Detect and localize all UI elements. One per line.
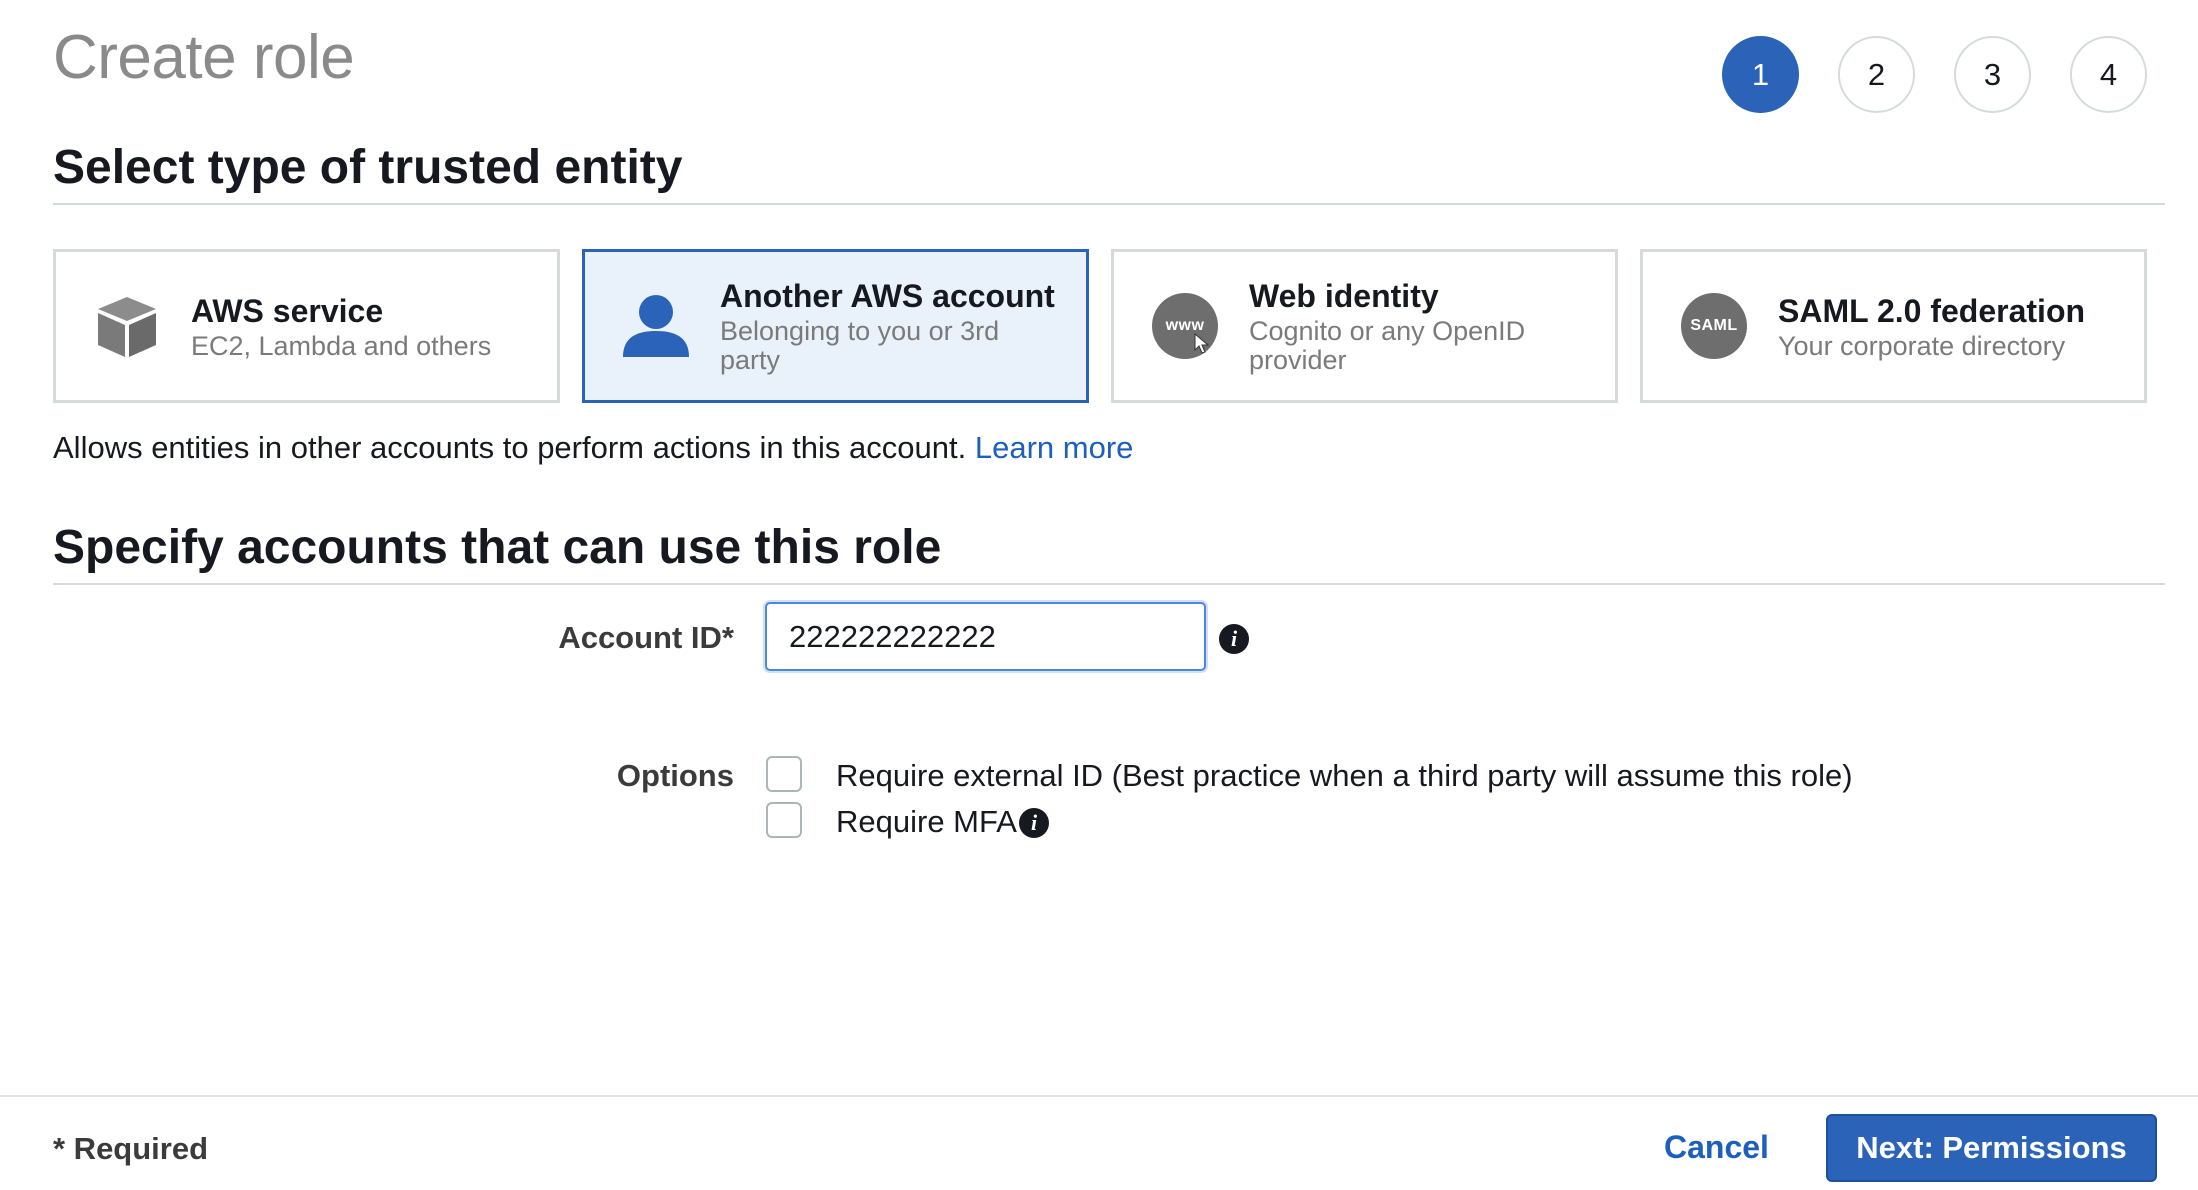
cube-icon <box>94 293 160 359</box>
next-permissions-button[interactable]: Next: Permissions <box>1826 1114 2157 1182</box>
require-mfa-checkbox[interactable] <box>766 802 802 838</box>
require-external-id-label: Require external ID (Best practice when … <box>836 758 1853 793</box>
learn-more-link[interactable]: Learn more <box>975 430 1134 465</box>
tile-subtitle: Your corporate directory <box>1778 330 2066 361</box>
tile-title: Web identity <box>1249 278 1439 314</box>
tile-subtitle: EC2, Lambda and others <box>191 330 492 361</box>
page-title: Create role <box>53 23 355 92</box>
tile-title: AWS service <box>191 292 384 329</box>
step-4: 4 <box>2070 36 2147 113</box>
tile-web-identity[interactable]: www Web identity Cognito or any OpenID p… <box>1111 249 1618 403</box>
section-divider <box>53 203 2165 205</box>
step-indicator: 1 2 3 4 <box>1722 36 2147 113</box>
require-external-id-checkbox[interactable] <box>766 756 802 792</box>
user-icon <box>623 293 689 359</box>
info-icon[interactable]: i <box>1019 808 1049 838</box>
cancel-button[interactable]: Cancel <box>1664 1129 1769 1166</box>
info-icon[interactable]: i <box>1219 624 1249 654</box>
saml-icon: SAML <box>1681 293 1747 359</box>
tile-aws-service[interactable]: AWS service EC2, Lambda and others <box>53 249 560 403</box>
entity-description: Allows entities in other accounts to per… <box>53 430 1133 466</box>
cursor-icon <box>1194 333 1210 354</box>
www-icon: www <box>1152 293 1218 359</box>
require-mfa-label: Require MFA <box>836 804 1017 839</box>
account-id-input[interactable] <box>765 602 1206 671</box>
options-label: Options <box>616 758 734 793</box>
section-title-specify-accounts: Specify accounts that can use this role <box>53 521 942 574</box>
section-divider <box>53 583 2165 585</box>
tile-subtitle: Cognito or any OpenID provider <box>1249 316 1526 375</box>
tile-title: SAML 2.0 federation <box>1778 292 2086 329</box>
footer-divider <box>0 1095 2198 1097</box>
section-title-trusted-entity: Select type of trusted entity <box>53 141 683 194</box>
tile-title: Another AWS account <box>720 278 1055 314</box>
saml-icon-text: SAML <box>1690 317 1738 334</box>
step-2: 2 <box>1838 36 1915 113</box>
tile-subtitle: Belonging to you or 3rd party <box>720 316 1000 375</box>
entity-type-tiles: AWS service EC2, Lambda and others Anoth… <box>53 249 2147 403</box>
required-note: * Required <box>53 1131 209 1166</box>
account-id-label: Account ID* <box>558 620 734 655</box>
tile-another-aws-account[interactable]: Another AWS account Belonging to you or … <box>582 249 1089 403</box>
description-text: Allows entities in other accounts to per… <box>53 430 967 465</box>
tile-saml-federation[interactable]: SAML SAML 2.0 federation Your corporate … <box>1640 249 2147 403</box>
step-1: 1 <box>1722 36 1799 113</box>
step-3: 3 <box>1954 36 2031 113</box>
